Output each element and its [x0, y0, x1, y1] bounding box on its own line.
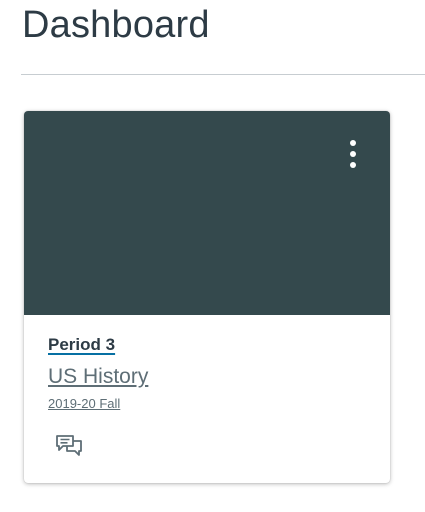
kebab-menu-icon[interactable]	[346, 137, 360, 173]
title-divider	[21, 74, 425, 75]
course-term-link[interactable]: 2019-20 Fall	[48, 396, 120, 411]
page-title: Dashboard	[22, 4, 210, 46]
discussions-icon[interactable]	[54, 431, 84, 461]
dashboard-page: Dashboard Period 3 US History 2019-20 Fa…	[0, 0, 425, 512]
course-card: Period 3 US History 2019-20 Fall	[24, 111, 390, 483]
course-name-link[interactable]: US History	[48, 365, 148, 389]
kebab-dot	[350, 151, 356, 157]
kebab-dot	[350, 140, 356, 146]
kebab-dot	[350, 162, 356, 168]
course-nickname-link[interactable]: Period 3	[48, 335, 115, 355]
course-card-hero[interactable]	[24, 111, 390, 315]
